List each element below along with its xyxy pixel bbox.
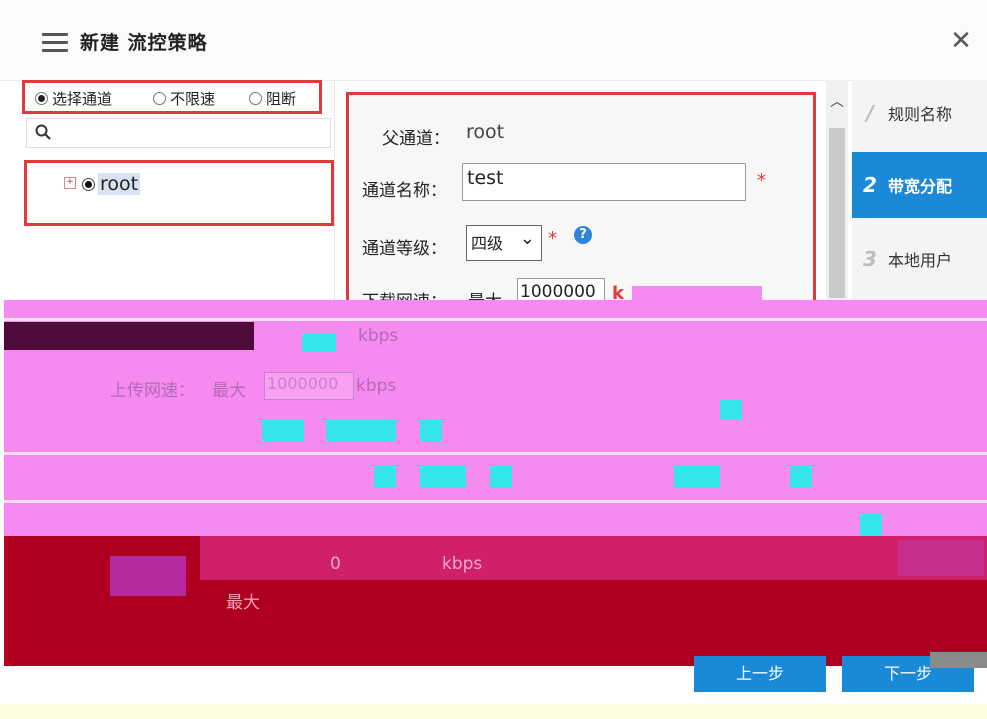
- ghost-unit: kbps: [358, 326, 399, 346]
- step-label: 带宽分配: [888, 177, 953, 196]
- render-artifact: [420, 466, 466, 488]
- render-artifact: [326, 420, 396, 442]
- panel-divider: [334, 80, 335, 320]
- menu-icon[interactable]: [42, 33, 68, 53]
- render-artifact: [898, 540, 984, 576]
- parent-channel-label: 父通道：: [382, 129, 450, 149]
- render-artifact: [420, 420, 442, 442]
- mode-radio-block[interactable]: 阻断: [249, 88, 296, 109]
- step-rule-name[interactable]: / 规则名称: [852, 80, 987, 146]
- render-artifact: [930, 652, 987, 668]
- step-number: /: [866, 101, 874, 125]
- render-artifact: [262, 420, 304, 442]
- channel-name-field[interactable]: test: [462, 163, 746, 201]
- required-mark: *: [548, 228, 557, 249]
- ghost-upload-max-label: 最大: [212, 381, 246, 401]
- tree-node-root[interactable]: root: [98, 173, 141, 195]
- step-number: 3: [863, 247, 877, 271]
- ghost-bottom-value: 0: [330, 554, 341, 574]
- ghost-upload-field: 1000000: [264, 372, 354, 400]
- mode-selector: 选择通道 不限速 阻断: [22, 80, 322, 114]
- render-artifact: [4, 318, 987, 321]
- mode-radio-label: 选择通道: [52, 90, 113, 108]
- step-label: 规则名称: [888, 105, 953, 124]
- mode-radio-label: 不限速: [170, 90, 216, 108]
- mode-radio-unlimited[interactable]: 不限速: [153, 88, 215, 109]
- render-artifact: [860, 514, 882, 536]
- search-icon: [35, 124, 51, 140]
- step-bandwidth[interactable]: 2 带宽分配: [852, 152, 987, 218]
- ghost-upload-label: 上传网速：: [110, 381, 195, 401]
- render-artifact: [110, 556, 186, 596]
- parent-channel-value: root: [466, 121, 505, 143]
- ghost-upload-unit: kbps: [356, 376, 397, 396]
- render-artifact: [4, 452, 987, 455]
- wizard-steps: / 规则名称 2 带宽分配 3 本地用户: [852, 80, 987, 320]
- step-local-user[interactable]: 3 本地用户: [852, 226, 987, 292]
- step-number: 2: [863, 173, 877, 197]
- step-label: 本地用户: [888, 251, 953, 270]
- channel-tree: [24, 160, 334, 226]
- chevron-down-icon: ⌄: [519, 228, 535, 249]
- radio-selected-icon: [35, 92, 48, 105]
- scroll-up-icon[interactable]: ︿: [829, 94, 845, 110]
- channel-name-label: 通道名称：: [362, 181, 447, 201]
- mode-radio-label: 阻断: [266, 90, 297, 108]
- render-artifact: [720, 400, 742, 420]
- expand-icon[interactable]: +: [64, 177, 76, 189]
- close-button[interactable]: ✕: [946, 26, 976, 56]
- ghost-bottom-max: 最大: [226, 593, 260, 613]
- channel-level-select[interactable]: 四级 ⌄: [466, 225, 542, 261]
- scrollbar-thumb[interactable]: [829, 128, 845, 298]
- search-input[interactable]: [26, 118, 331, 148]
- footer-bar: [0, 704, 987, 719]
- ghost-bottom-unit: kbps: [442, 554, 483, 574]
- prev-step-button[interactable]: 上一步: [694, 656, 826, 692]
- render-artifact: [200, 536, 987, 580]
- channel-level-label: 通道等级：: [362, 239, 447, 259]
- dialog-title: 新建 流控策略: [80, 32, 208, 54]
- required-mark: *: [757, 170, 766, 191]
- render-artifact: [4, 322, 254, 350]
- channel-level-value: 四级: [471, 234, 504, 253]
- radio-icon: [153, 92, 166, 105]
- tree-radio-icon[interactable]: [82, 178, 95, 191]
- mode-radio-channel[interactable]: 选择通道: [35, 88, 112, 109]
- help-icon[interactable]: ?: [574, 226, 592, 244]
- render-artifact: [4, 500, 987, 503]
- radio-icon: [249, 92, 262, 105]
- render-artifact: [490, 466, 512, 488]
- render-artifact: [674, 466, 720, 488]
- render-artifact: [790, 466, 812, 488]
- render-artifact: [374, 466, 396, 488]
- render-artifact: [302, 334, 336, 352]
- render-artifact: [632, 286, 762, 300]
